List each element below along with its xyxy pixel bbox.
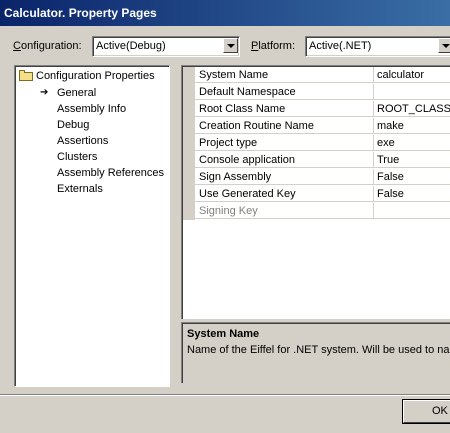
property-name: Signing Key <box>195 203 374 219</box>
tree-root-configuration-properties[interactable]: Configuration Properties <box>19 70 155 82</box>
property-name[interactable]: Root Class Name <box>195 101 374 117</box>
platform-label: Platform: <box>251 40 296 52</box>
tree-item-debug[interactable]: Debug <box>57 119 89 131</box>
property-name[interactable]: Sign Assembly <box>195 169 374 185</box>
property-description-panel: System Name Name of the Eiffel for .NET … <box>181 322 450 383</box>
property-row: Signing Key <box>182 203 450 220</box>
description-title: System Name <box>187 328 260 340</box>
configuration-dropdown[interactable]: Active(Debug) <box>92 36 240 57</box>
divider <box>0 395 450 396</box>
property-value <box>374 203 450 219</box>
property-name[interactable]: Console application <box>195 152 374 168</box>
property-name[interactable]: Project type <box>195 135 374 151</box>
tree-item-clusters[interactable]: Clusters <box>57 151 97 163</box>
chevron-down-icon[interactable] <box>438 38 450 53</box>
property-value[interactable]: ROOT_CLASS <box>374 101 450 117</box>
configuration-label: Configuration: <box>13 40 82 52</box>
property-value[interactable] <box>374 84 450 100</box>
property-row[interactable]: Creation Routine Name make <box>182 118 450 135</box>
property-value[interactable]: exe <box>374 135 450 151</box>
property-value[interactable]: False <box>374 186 450 202</box>
property-value[interactable]: False <box>374 169 450 185</box>
property-name[interactable]: Creation Routine Name <box>195 118 374 134</box>
tree-item-externals[interactable]: Externals <box>57 183 103 195</box>
platform-dropdown[interactable]: Active(.NET) <box>305 36 450 57</box>
property-row[interactable]: Sign Assembly False <box>182 169 450 186</box>
tree-item-assembly-references[interactable]: Assembly References <box>57 167 164 179</box>
platform-value: Active(.NET) <box>309 40 372 52</box>
property-name[interactable]: Default Namespace <box>195 84 374 100</box>
property-name[interactable]: Use Generated Key <box>195 186 374 202</box>
property-row[interactable]: Project type exe <box>182 135 450 152</box>
tree-item-assembly-info[interactable]: Assembly Info <box>57 103 126 115</box>
property-row[interactable]: Default Namespace <box>182 84 450 101</box>
description-text: Name of the Eiffel for .NET system. Will… <box>187 344 450 356</box>
property-name[interactable]: System Name <box>195 67 374 83</box>
property-row[interactable]: Root Class Name ROOT_CLASS <box>182 101 450 118</box>
property-row[interactable]: System Name calculator <box>182 67 450 84</box>
window-title: Calculator. Property Pages <box>4 6 157 20</box>
property-tree[interactable]: Configuration Properties ➔ General Assem… <box>14 65 170 387</box>
property-value[interactable]: calculator <box>374 67 450 83</box>
chevron-down-icon[interactable] <box>223 38 238 53</box>
configuration-value: Active(Debug) <box>96 40 166 52</box>
property-value[interactable]: make <box>374 118 450 134</box>
property-value[interactable]: True <box>374 152 450 168</box>
title-bar: Calculator. Property Pages <box>0 0 450 26</box>
tree-item-general[interactable]: General <box>57 87 96 99</box>
tree-item-assertions[interactable]: Assertions <box>57 135 108 147</box>
selection-arrow-icon: ➔ <box>40 87 49 98</box>
property-grid[interactable]: System Name calculator Default Namespace… <box>181 65 450 319</box>
ok-button[interactable]: OK <box>403 400 450 423</box>
property-row[interactable]: Use Generated Key False <box>182 186 450 203</box>
property-row[interactable]: Console application True <box>182 152 450 169</box>
folder-open-icon <box>19 70 34 81</box>
